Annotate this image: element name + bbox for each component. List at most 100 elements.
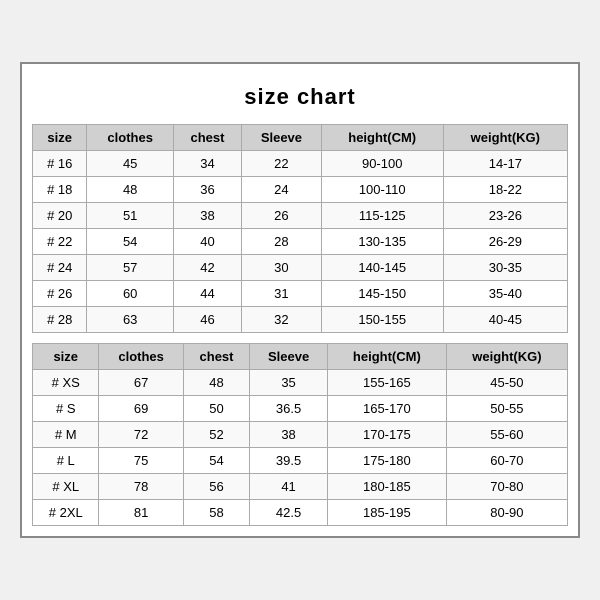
table-cell: 42 (173, 255, 241, 281)
table2-body: # XS674835155-16545-50# S695036.5165-170… (33, 370, 568, 526)
table-cell: 35-40 (443, 281, 567, 307)
table-cell: 40-45 (443, 307, 567, 333)
table-row: # 24574230140-14530-35 (33, 255, 568, 281)
table-cell: # L (33, 448, 99, 474)
table-row: # 26604431145-15035-40 (33, 281, 568, 307)
table1-header-row: sizeclotheschestSleeveheight(CM)weight(K… (33, 125, 568, 151)
table-cell: 24 (242, 177, 322, 203)
table-cell: 54 (183, 448, 249, 474)
table-cell: 90-100 (321, 151, 443, 177)
table1-header-cell: chest (173, 125, 241, 151)
table-row: # L755439.5175-18060-70 (33, 448, 568, 474)
table-cell: # XL (33, 474, 99, 500)
table-cell: 75 (99, 448, 183, 474)
table-cell: 55-60 (446, 422, 567, 448)
table-cell: 45 (87, 151, 173, 177)
table2-header-cell: weight(KG) (446, 344, 567, 370)
table-cell: 35 (250, 370, 328, 396)
table2-header-cell: Sleeve (250, 344, 328, 370)
table-cell: 175-180 (327, 448, 446, 474)
table-cell: 18-22 (443, 177, 567, 203)
table-cell: 46 (173, 307, 241, 333)
table-row: # 1645342290-10014-17 (33, 151, 568, 177)
table-spacer (32, 333, 568, 343)
table-cell: 26 (242, 203, 322, 229)
size-table-1: sizeclotheschestSleeveheight(CM)weight(K… (32, 124, 568, 333)
table-cell: 41 (250, 474, 328, 500)
table-cell: 30 (242, 255, 322, 281)
size-table-2: sizeclotheschestSleeveheight(CM)weight(K… (32, 343, 568, 526)
table-cell: 14-17 (443, 151, 567, 177)
table-cell: # S (33, 396, 99, 422)
table2-header-row: sizeclotheschestSleeveheight(CM)weight(K… (33, 344, 568, 370)
table-cell: 180-185 (327, 474, 446, 500)
table-row: # 20513826115-12523-26 (33, 203, 568, 229)
table-cell: 34 (173, 151, 241, 177)
table-cell: 51 (87, 203, 173, 229)
table-cell: 130-135 (321, 229, 443, 255)
table-row: # S695036.5165-17050-55 (33, 396, 568, 422)
table1-body: # 1645342290-10014-17# 18483624100-11018… (33, 151, 568, 333)
table-cell: 57 (87, 255, 173, 281)
table2-header-cell: chest (183, 344, 249, 370)
table-cell: 185-195 (327, 500, 446, 526)
table-cell: 170-175 (327, 422, 446, 448)
table-cell: 22 (242, 151, 322, 177)
chart-title: size chart (32, 74, 568, 124)
table-row: # 2XL815842.5185-19580-90 (33, 500, 568, 526)
table2-header: sizeclotheschestSleeveheight(CM)weight(K… (33, 344, 568, 370)
table-cell: # 18 (33, 177, 87, 203)
table-cell: 155-165 (327, 370, 446, 396)
table-cell: 67 (99, 370, 183, 396)
table1-header-cell: weight(KG) (443, 125, 567, 151)
table-cell: # 16 (33, 151, 87, 177)
table-cell: 32 (242, 307, 322, 333)
table-cell: 165-170 (327, 396, 446, 422)
table-row: # XL785641180-18570-80 (33, 474, 568, 500)
table-row: # 18483624100-11018-22 (33, 177, 568, 203)
table-cell: 50 (183, 396, 249, 422)
size-chart-container: size chart sizeclotheschestSleeveheight(… (20, 62, 580, 538)
table-cell: 36.5 (250, 396, 328, 422)
table1-header-cell: size (33, 125, 87, 151)
table-cell: 48 (183, 370, 249, 396)
table-cell: 63 (87, 307, 173, 333)
table-cell: 150-155 (321, 307, 443, 333)
table2-header-cell: clothes (99, 344, 183, 370)
table-cell: 45-50 (446, 370, 567, 396)
table-cell: 115-125 (321, 203, 443, 229)
table-cell: 78 (99, 474, 183, 500)
table-cell: 44 (173, 281, 241, 307)
table-cell: # 2XL (33, 500, 99, 526)
table-cell: 39.5 (250, 448, 328, 474)
table1-header: sizeclotheschestSleeveheight(CM)weight(K… (33, 125, 568, 151)
table-cell: # XS (33, 370, 99, 396)
table-cell: 69 (99, 396, 183, 422)
table-cell: # 20 (33, 203, 87, 229)
table-cell: 40 (173, 229, 241, 255)
table-cell: 81 (99, 500, 183, 526)
table-cell: 26-29 (443, 229, 567, 255)
table-cell: 50-55 (446, 396, 567, 422)
table2-header-cell: height(CM) (327, 344, 446, 370)
table-cell: 60-70 (446, 448, 567, 474)
table-cell: # 26 (33, 281, 87, 307)
table-cell: 145-150 (321, 281, 443, 307)
table-cell: # 22 (33, 229, 87, 255)
table1-header-cell: height(CM) (321, 125, 443, 151)
table-cell: 52 (183, 422, 249, 448)
table-cell: 48 (87, 177, 173, 203)
table-cell: 56 (183, 474, 249, 500)
table-cell: 80-90 (446, 500, 567, 526)
table-row: # 28634632150-15540-45 (33, 307, 568, 333)
table-cell: 100-110 (321, 177, 443, 203)
table-row: # 22544028130-13526-29 (33, 229, 568, 255)
table-cell: 31 (242, 281, 322, 307)
table-cell: 23-26 (443, 203, 567, 229)
table1-header-cell: clothes (87, 125, 173, 151)
table2-header-cell: size (33, 344, 99, 370)
table-cell: # 28 (33, 307, 87, 333)
table-cell: 60 (87, 281, 173, 307)
table-row: # M725238170-17555-60 (33, 422, 568, 448)
table-cell: 36 (173, 177, 241, 203)
